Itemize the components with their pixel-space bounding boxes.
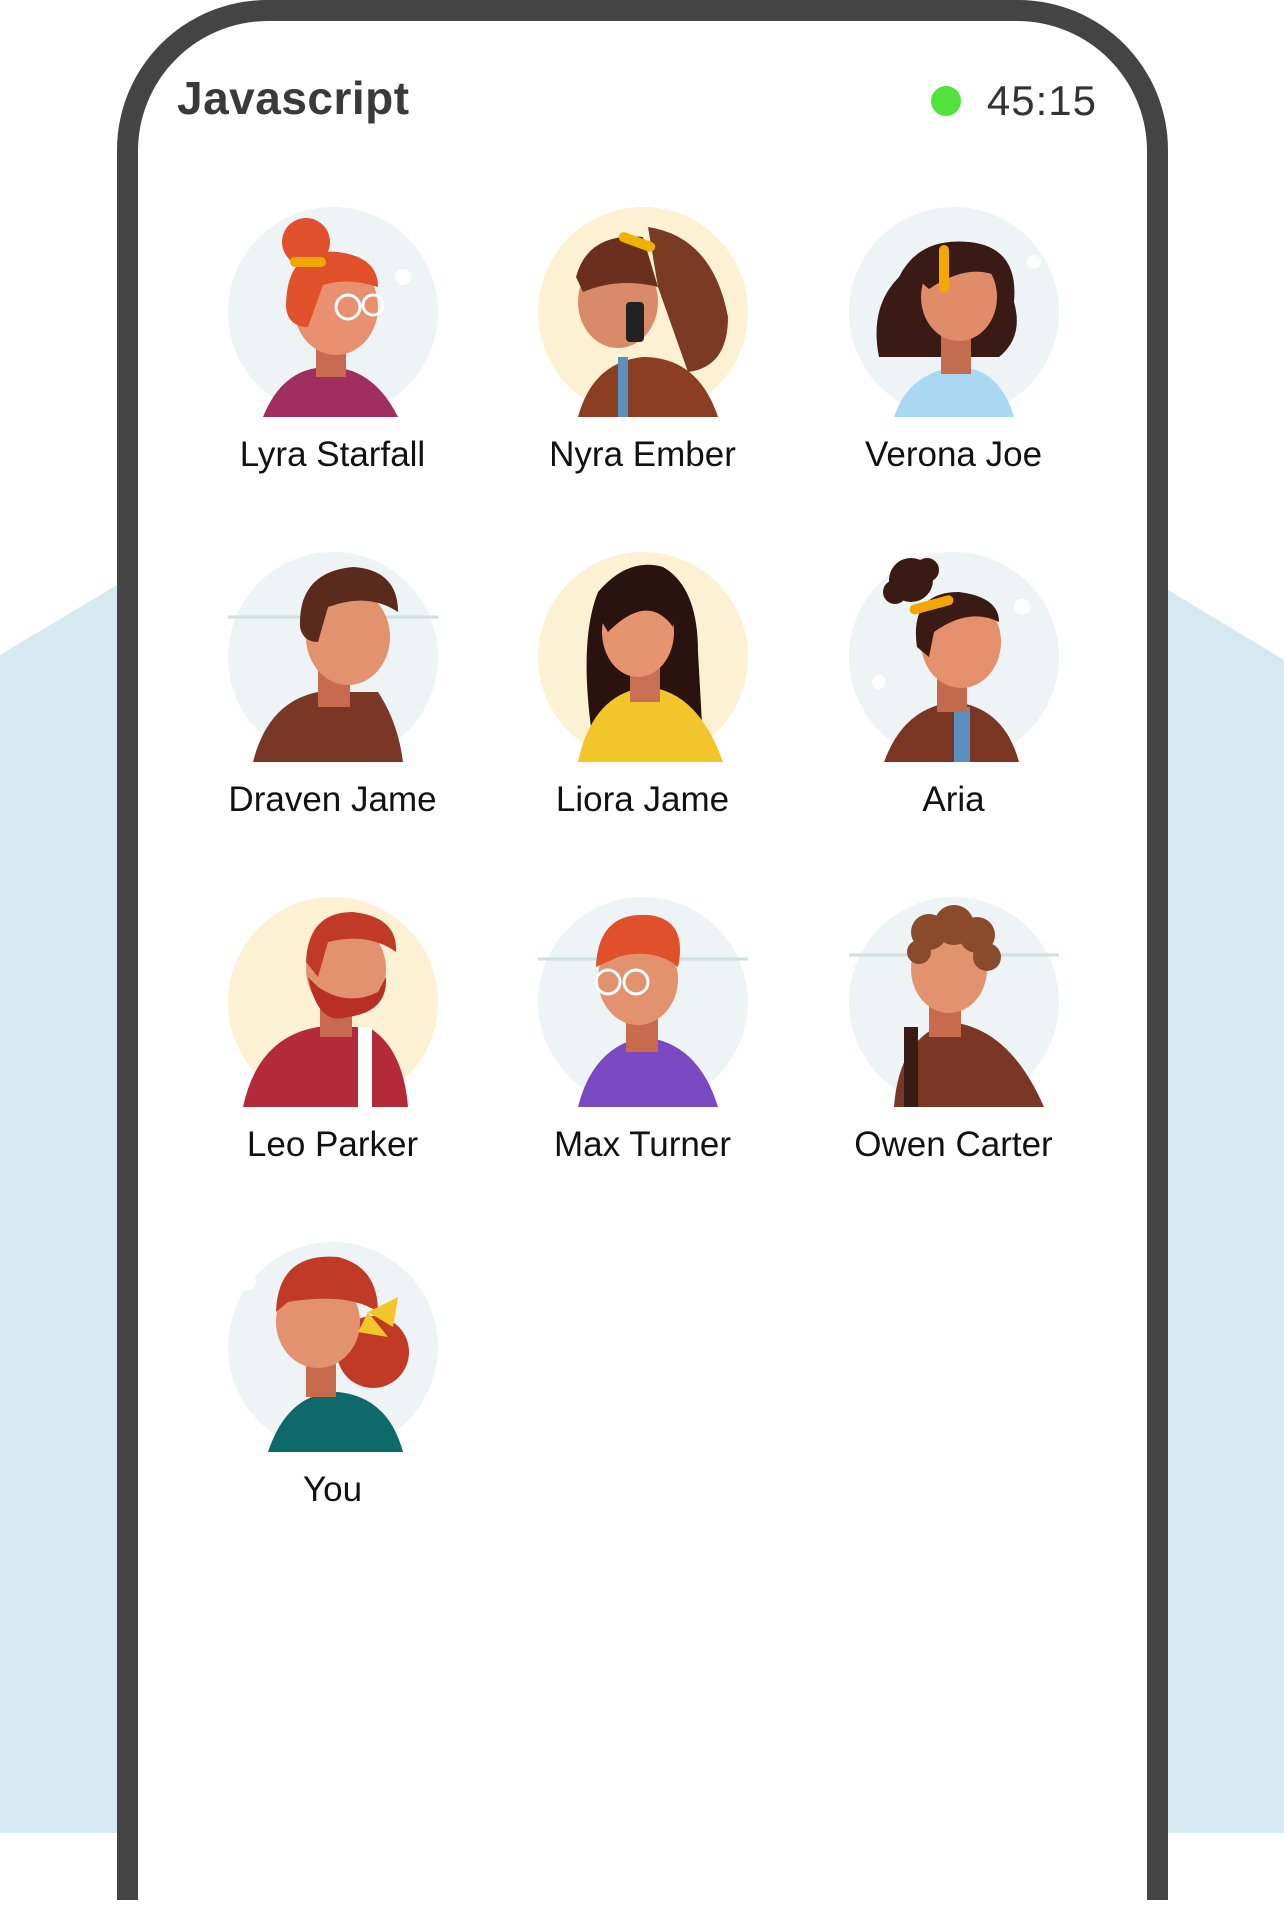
avatar-man-red-hair-glasses-icon <box>537 897 748 1107</box>
player-name: You <box>302 1470 363 1509</box>
avatar-woman-red-bun-glasses-icon <box>227 207 438 417</box>
avatar-man-red-beard-icon <box>227 897 438 1107</box>
player-card[interactable]: Draven Jame <box>160 552 505 820</box>
player-name: Liora Jame <box>555 780 730 819</box>
phone-screen: Javascript 45:15 Lyra Starfall Nyra Embe… <box>138 21 1147 1921</box>
player-card[interactable]: Leo Parker <box>160 897 505 1165</box>
player-card[interactable]: Liora Jame <box>470 552 815 820</box>
player-card[interactable]: Max Turner <box>470 897 815 1165</box>
player-name: Leo Parker <box>246 1125 419 1164</box>
player-name: Max Turner <box>554 1125 731 1164</box>
avatar-man-curly-hair-icon <box>848 897 1059 1107</box>
avatar-woman-dark-hair-headband-icon <box>848 207 1059 417</box>
player-name: Draven Jame <box>228 780 437 819</box>
player-card[interactable]: Lyra Starfall <box>160 207 505 475</box>
player-card[interactable]: Nyra Ember <box>470 207 815 475</box>
player-card[interactable]: Aria <box>781 552 1126 820</box>
avatar-woman-curly-bun-icon <box>848 552 1059 762</box>
avatar-woman-long-dark-hair-icon <box>537 552 748 762</box>
player-name: Verona Joe <box>864 435 1043 474</box>
player-name: Aria <box>922 780 985 819</box>
avatar-man-brown-hair-icon <box>227 552 438 762</box>
player-card[interactable]: You <box>160 1242 505 1510</box>
avatar-woman-red-hair-bow-icon <box>227 1242 438 1452</box>
player-grid: Lyra Starfall Nyra Ember Verona Joe Drav… <box>138 21 1147 1621</box>
avatar-woman-ponytail-phone-icon <box>537 207 748 417</box>
player-name: Lyra Starfall <box>239 435 426 474</box>
player-name: Owen Carter <box>854 1125 1053 1164</box>
player-card[interactable]: Owen Carter <box>781 897 1126 1165</box>
player-card[interactable]: Verona Joe <box>781 207 1126 475</box>
player-name: Nyra Ember <box>549 435 736 474</box>
